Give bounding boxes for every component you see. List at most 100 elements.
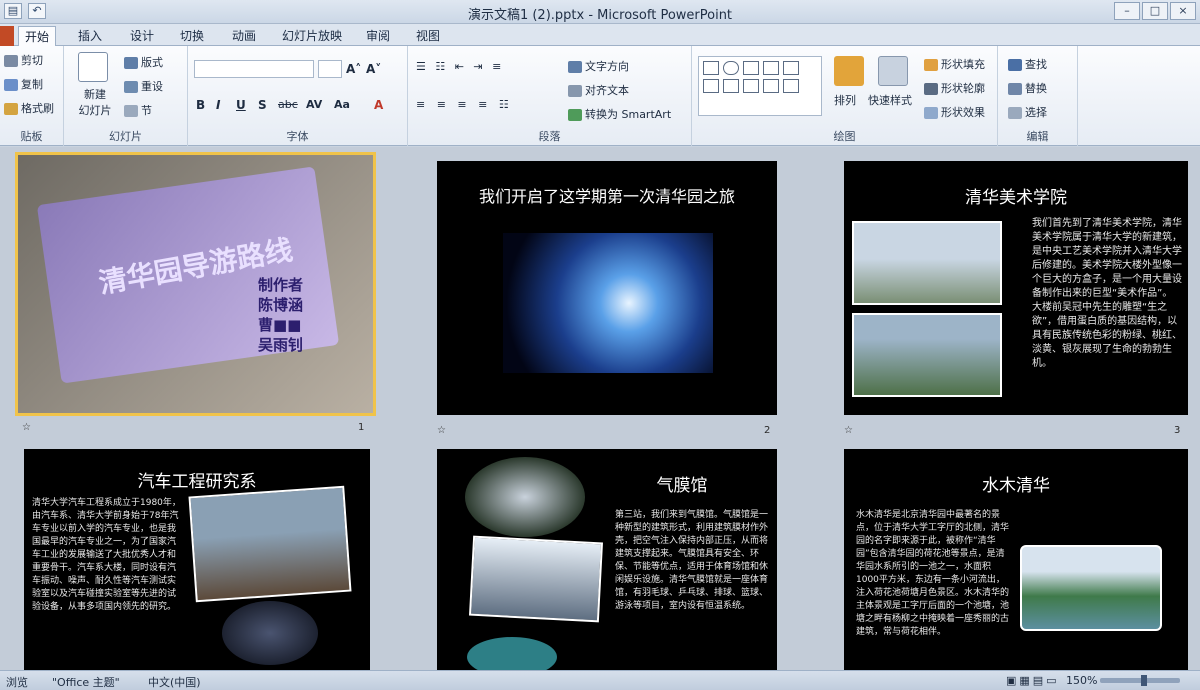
tab-insert[interactable]: 插入 — [72, 26, 108, 46]
find-label: 查找 — [1025, 58, 1047, 71]
copy-button[interactable]: 复制 — [4, 76, 43, 92]
italic-button[interactable]: I — [216, 98, 220, 112]
align-text-button[interactable]: 对齐文本 — [568, 82, 629, 98]
editing-group-label: 编辑 — [1026, 130, 1049, 143]
dome-pool-photo — [467, 637, 557, 670]
shape-fill-label: 形状填充 — [941, 58, 985, 71]
slide-thumbnail-6[interactable]: 水木清华 水木清华是北京清华园中最著名的景点，位于清华大学工字厅的北侧，清华园的… — [844, 449, 1188, 670]
layout-button[interactable]: 版式 — [124, 54, 163, 70]
section-button[interactable]: 节 — [124, 102, 152, 118]
fill-icon — [924, 59, 938, 71]
window-controls: – □ × — [1114, 2, 1196, 20]
tab-review[interactable]: 审阅 — [360, 26, 396, 46]
slide-4-body: 清华大学汽车工程系成立于1980年，由汽车系、清华大学前身始于78年汽车专业以前… — [32, 498, 181, 612]
quick-styles-button[interactable]: 快速样式 — [868, 92, 912, 108]
cursor-icon — [1008, 107, 1022, 119]
slide-thumbnail-3[interactable]: 清华美术学院 我们首先到了清华美术学院，清华美术学院属于清华大学的新建筑，是中央… — [844, 161, 1188, 415]
tab-animations[interactable]: 动画 — [226, 26, 262, 46]
slide-3-body: 我们首先到了清华美术学院，清华美术学院属于清华大学的新建筑，是中央工艺美术学院并… — [1032, 218, 1182, 369]
shape-fill-button[interactable]: 形状填充 — [924, 56, 985, 72]
shape-arrow-icon[interactable] — [763, 61, 779, 75]
clipboard-group-label: 贴板 — [20, 130, 43, 143]
zoom-slider[interactable] — [1100, 675, 1180, 686]
maximize-icon[interactable]: □ — [1142, 2, 1168, 20]
quick-styles-icon[interactable] — [878, 56, 908, 86]
shapes-gallery[interactable] — [698, 56, 822, 116]
shape-outline-label: 形状轮廓 — [941, 82, 985, 95]
cut-button[interactable]: 剪切 — [4, 52, 43, 68]
shape-effects-button[interactable]: 形状效果 — [924, 104, 985, 120]
shape-line-icon[interactable] — [743, 61, 759, 75]
slide-thumbnail-4[interactable]: 汽车工程研究系 清华大学汽车工程系成立于1980年，由汽车系、清华大学前身始于7… — [24, 449, 370, 670]
shape-bracket-icon[interactable] — [743, 79, 759, 93]
shrink-font-button[interactable]: A˅ — [366, 62, 381, 76]
file-tab[interactable] — [0, 26, 14, 46]
effects-icon — [924, 107, 938, 119]
shape-triangle-icon[interactable] — [703, 79, 719, 93]
shape-outline-button[interactable]: 形状轮廓 — [924, 80, 985, 96]
minimize-icon[interactable]: – — [1114, 2, 1140, 20]
slides-group: 新建 幻灯片 版式 重设 节 幻灯片 — [64, 46, 188, 146]
grow-font-button[interactable]: A˄ — [346, 62, 361, 76]
format-painter-label: 格式刷 — [21, 102, 54, 115]
tab-transitions[interactable]: 切换 — [174, 26, 210, 46]
section-icon — [124, 105, 138, 117]
font-size-select[interactable] — [318, 60, 342, 78]
shadow-button[interactable]: S — [258, 98, 267, 112]
author-1: 陈博涵 — [258, 296, 304, 314]
close-icon[interactable]: × — [1170, 2, 1196, 20]
arrange-button[interactable]: 排列 — [834, 92, 856, 108]
list-buttons[interactable]: ☰ ☷ ⇤ ⇥ ≡ — [416, 60, 504, 73]
font-name-select[interactable] — [194, 60, 314, 78]
shape-connector-icon[interactable] — [723, 79, 739, 93]
editing-group: 查找 替换 选择 编辑 — [998, 46, 1078, 146]
view-mode-label: 浏览 — [6, 676, 28, 689]
paragraph-group: ☰ ☷ ⇤ ⇥ ≡ ≡ ≡ ≡ ≡ ☷ 文字方向 对齐文本 转换为 SmartA… — [408, 46, 692, 146]
shape-oval-icon[interactable] — [723, 61, 739, 75]
change-case-button[interactable]: Aa — [334, 98, 350, 111]
arrange-icon[interactable] — [834, 56, 864, 86]
smartart-button[interactable]: 转换为 SmartArt — [568, 106, 671, 122]
slide-thumbnail-5[interactable]: 气膜馆 第三站，我们来到气膜馆。气膜馆是一种新型的建筑形式，利用建筑膜材作外壳，… — [437, 449, 777, 670]
language-label[interactable]: 中文(中国) — [148, 674, 201, 690]
replace-icon — [1008, 83, 1022, 95]
section-label: 节 — [141, 104, 152, 117]
reset-button[interactable]: 重设 — [124, 78, 163, 94]
shape-brace-icon[interactable] — [783, 79, 799, 93]
slide-thumbnail-1[interactable]: 清华园导游路线 制作者 陈博涵 曹■■ 吴雨钊 — [15, 152, 376, 416]
select-button[interactable]: 选择 — [1008, 104, 1047, 120]
align-buttons[interactable]: ≡ ≡ ≡ ≡ ☷ — [416, 98, 513, 111]
zoom-level[interactable]: 150% — [1066, 674, 1097, 687]
ribbon-tabs: 开始 插入 设计 切换 动画 幻灯片放映 审阅 视图 — [0, 24, 1200, 46]
new-slide-icon[interactable] — [78, 52, 108, 82]
tab-home[interactable]: 开始 — [18, 26, 57, 46]
select-label: 选择 — [1025, 106, 1047, 119]
art-academy-photo-2 — [852, 313, 1002, 397]
layout-icon — [124, 57, 138, 69]
shape-star-icon[interactable] — [763, 79, 779, 93]
status-bar: 浏览 "Office 主题" 中文(中国) ▣▦▤▭ 150% — [0, 670, 1200, 690]
tab-design[interactable]: 设计 — [124, 26, 160, 46]
replace-button[interactable]: 替换 — [1008, 80, 1047, 96]
format-painter-button[interactable]: 格式刷 — [4, 100, 54, 116]
char-spacing-button[interactable]: AV — [306, 98, 322, 111]
title-bar: ▤ ↶ 演示文稿1 (2).pptx - Microsoft PowerPoin… — [0, 0, 1200, 24]
text-direction-button[interactable]: 文字方向 — [568, 58, 629, 74]
tab-slideshow[interactable]: 幻灯片放映 — [276, 26, 348, 46]
font-color-button[interactable]: A — [374, 98, 383, 112]
slide-thumbnail-2[interactable]: 我们开启了这学期第一次清华园之旅 — [437, 161, 777, 415]
slide-number-3: 3 — [1174, 425, 1181, 436]
shape-rectangle-icon[interactable] — [703, 61, 719, 75]
shape-rounded-rect-icon[interactable] — [783, 61, 799, 75]
theme-label[interactable]: "Office 主题" — [52, 674, 120, 690]
zoom-slider-knob[interactable] — [1140, 675, 1147, 686]
new-slide-button[interactable]: 新建 幻灯片 — [70, 86, 120, 118]
strikethrough-button[interactable]: abc — [278, 98, 298, 111]
underline-button[interactable]: U — [236, 98, 246, 112]
tab-view[interactable]: 视图 — [410, 26, 446, 46]
slide-sorter: 清华园导游路线 制作者 陈博涵 曹■■ 吴雨钊 ☆ 1 我们开启了这学期第一次清… — [0, 147, 1200, 670]
view-buttons[interactable]: ▣▦▤▭ — [1006, 674, 1060, 687]
find-button[interactable]: 查找 — [1008, 56, 1047, 72]
bold-button[interactable]: B — [196, 98, 205, 112]
slide-number-1: 1 — [358, 422, 365, 433]
